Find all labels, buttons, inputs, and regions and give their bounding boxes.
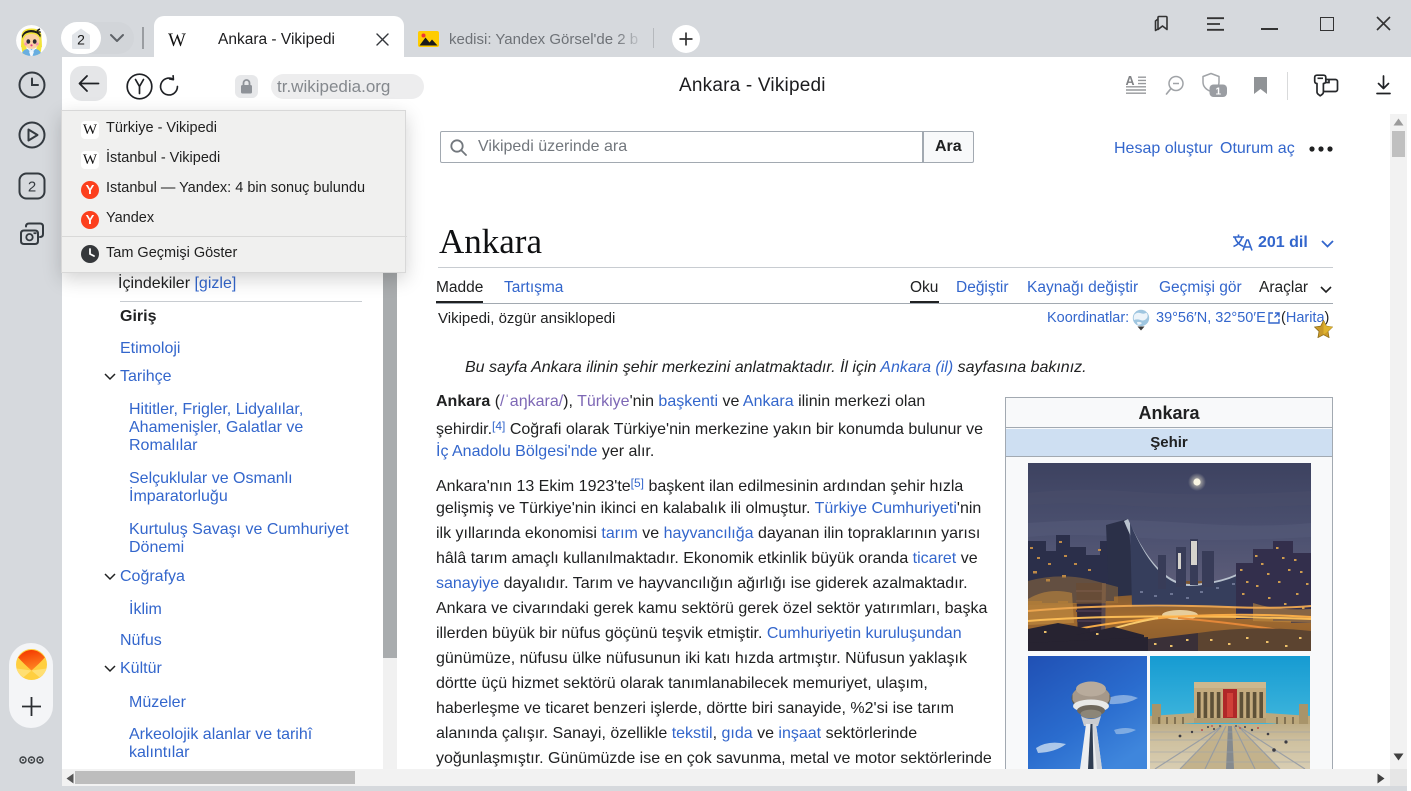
svg-text:A: A	[1126, 76, 1135, 88]
svg-text:2: 2	[28, 179, 36, 196]
svg-text:1: 1	[1216, 86, 1222, 97]
svg-text:2: 2	[77, 32, 85, 48]
